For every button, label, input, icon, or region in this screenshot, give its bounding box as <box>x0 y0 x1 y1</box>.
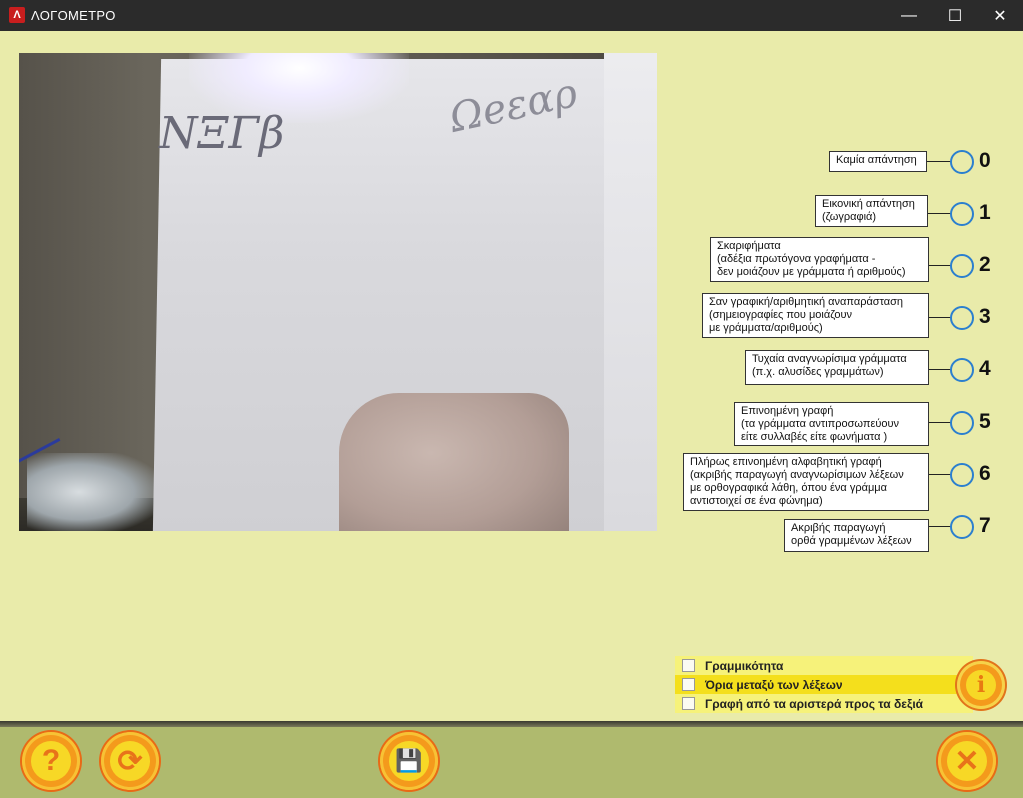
option-number-7: 7 <box>979 514 991 537</box>
checklist-label: Γραφή από τα αριστερά προς τα δεξιά <box>705 696 924 711</box>
info-icon: i <box>966 670 996 700</box>
checklist-item-linearity[interactable]: Γραμμικότητα <box>675 656 973 675</box>
option-label-4: Τυχαία αναγνωρίσιμα γράμματα (π.χ. αλυσί… <box>745 350 929 385</box>
title-bar: Λ ΛΟΓΟΜΕΤΡΟ — ☐ ✕ <box>0 0 1023 31</box>
checklist-item-word-boundaries[interactable]: Όρια μεταξύ των λέξεων <box>675 675 973 694</box>
camera-preview: ΝΞΓβ Ωeεαρ <box>19 53 657 531</box>
option-number-2: 2 <box>979 253 991 276</box>
checkbox[interactable] <box>682 659 695 672</box>
option-label-1: Εικονική απάντηση (ζωγραφιά) <box>815 195 928 227</box>
option-radio-7[interactable] <box>950 515 974 539</box>
option-connector-4 <box>929 369 951 370</box>
option-radio-1[interactable] <box>950 202 974 226</box>
option-label-2: Σκαριφήματα (αδέξια πρωτόγονα γραφήματα … <box>710 237 929 282</box>
option-number-3: 3 <box>979 305 991 328</box>
maximize-button[interactable]: ☐ <box>932 0 978 31</box>
option-label-5: Επινοημένη γραφή (τα γράμματα αντιπροσωπ… <box>734 402 929 446</box>
option-connector-1 <box>928 213 951 214</box>
background-clutter <box>27 453 157 531</box>
option-connector-3 <box>929 317 951 318</box>
minimize-button[interactable]: — <box>886 0 932 31</box>
option-radio-2[interactable] <box>950 254 974 278</box>
close-icon: ✕ <box>947 741 987 781</box>
option-number-4: 4 <box>979 357 991 380</box>
paper-edge <box>604 53 657 531</box>
option-connector-2 <box>929 265 951 266</box>
save-button[interactable]: 💾 <box>380 732 438 790</box>
option-radio-0[interactable] <box>950 150 974 174</box>
option-label-0: Καμία απάντηση <box>829 151 927 172</box>
checklist-label: Όρια μεταξύ των λέξεων <box>705 677 843 692</box>
handwriting-left: ΝΞΓβ <box>159 108 285 159</box>
option-radio-6[interactable] <box>950 463 974 487</box>
option-label-3: Σαν γραφική/αριθμητική αναπαράσταση (σημ… <box>702 293 929 338</box>
option-radio-5[interactable] <box>950 411 974 435</box>
close-window-button[interactable]: ✕ <box>977 0 1023 31</box>
save-icon: 💾 <box>389 741 429 781</box>
option-label-7: Ακριβής παραγωγή ορθά γραμμένων λέξεων <box>784 519 929 552</box>
checkbox[interactable] <box>682 678 695 691</box>
refresh-icon: ⟳ <box>110 741 150 781</box>
option-radio-3[interactable] <box>950 306 974 330</box>
option-number-0: 0 <box>979 149 991 172</box>
refresh-button[interactable]: ⟳ <box>101 732 159 790</box>
option-number-6: 6 <box>979 462 991 485</box>
checklist-item-left-to-right[interactable]: Γραφή από τα αριστερά προς τα δεξιά <box>675 694 973 713</box>
option-number-1: 1 <box>979 201 991 224</box>
checkbox[interactable] <box>682 697 695 710</box>
option-radio-4[interactable] <box>950 358 974 382</box>
option-connector-0 <box>927 161 951 162</box>
checklist-label: Γραμμικότητα <box>705 658 784 673</box>
app-logo-icon: Λ <box>9 7 25 23</box>
exit-button[interactable]: ✕ <box>938 732 996 790</box>
option-connector-7 <box>929 526 951 527</box>
hand <box>339 393 569 531</box>
window-title: ΛΟΓΟΜΕΤΡΟ <box>31 8 116 23</box>
option-connector-5 <box>929 422 951 423</box>
bottom-toolbar: ? ⟳ 💾 ✕ <box>0 727 1023 798</box>
info-button[interactable]: i <box>957 661 1005 709</box>
help-button[interactable]: ? <box>22 732 80 790</box>
question-mark-icon: ? <box>31 741 71 781</box>
option-number-5: 5 <box>979 410 991 433</box>
option-label-6: Πλήρως επινοημένη αλφαβητική γραφή (ακρι… <box>683 453 929 511</box>
option-connector-6 <box>929 474 951 475</box>
